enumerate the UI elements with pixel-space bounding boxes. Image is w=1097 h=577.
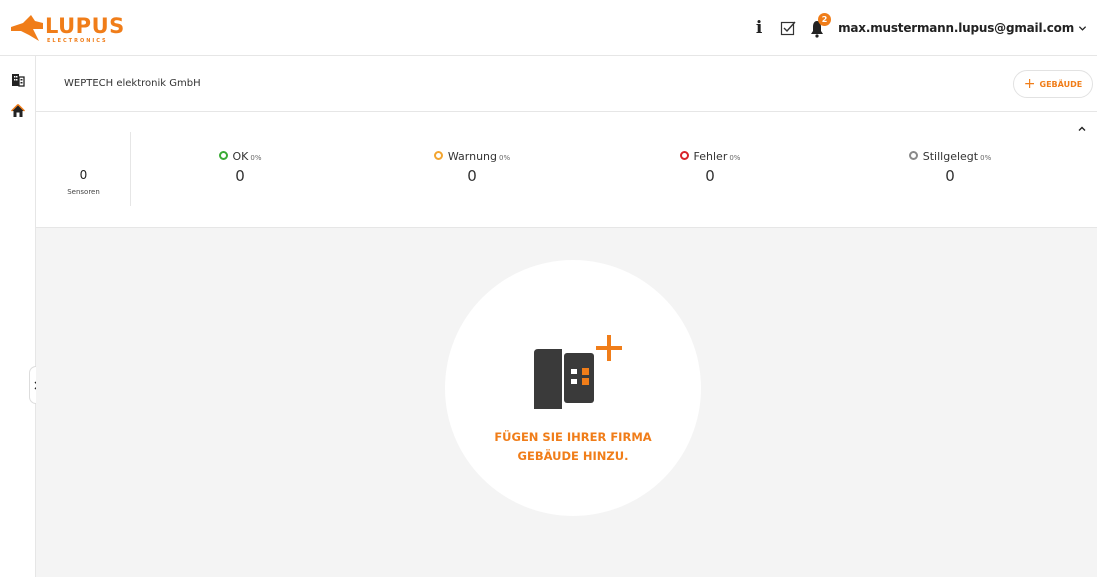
brand-tagline: ELECTRONICS	[47, 38, 108, 44]
plus-icon: +	[1023, 76, 1036, 92]
stat-error-percent: 0%	[729, 154, 741, 162]
sensor-label: Sensoren	[67, 188, 100, 196]
stat-warning-value: 0	[467, 167, 477, 185]
checkbox-icon[interactable]	[780, 20, 796, 36]
empty-state-line-1: FÜGEN SIE IHRER FIRMA	[494, 430, 652, 444]
empty-state-message: FÜGEN SIE IHRER FIRMA GEBÄUDE HINZU.	[445, 428, 701, 466]
fox-logo-icon	[11, 15, 43, 41]
brand-name: LUPUS	[45, 14, 125, 38]
notifications-button[interactable]: 2	[810, 13, 832, 38]
error-status-icon	[679, 151, 689, 160]
stat-warning-percent: 0%	[499, 154, 511, 162]
add-building-icon	[534, 335, 622, 409]
company-name: WEPTECH elektronik GmbH	[64, 78, 201, 89]
chevron-down-icon[interactable]	[1078, 24, 1087, 33]
header-actions: i 2 max.mustermann.lupus@gmail.com	[754, 13, 1087, 40]
ok-status-icon	[218, 151, 228, 160]
stat-decommissioned-percent: 0%	[980, 154, 992, 162]
empty-state[interactable]: FÜGEN SIE IHRER FIRMA GEBÄUDE HINZU.	[445, 260, 701, 516]
building-icon[interactable]	[11, 73, 25, 87]
stat-error: Fehler 0% 0	[660, 150, 760, 185]
company-header: WEPTECH elektronik GmbH + GEBÄUDE	[36, 56, 1097, 112]
stat-decommissioned-value: 0	[945, 167, 955, 185]
sensor-total: 0 Sensoren	[36, 132, 131, 206]
side-rail	[0, 56, 43, 577]
sensor-stats-panel: 0 Sensoren OK 0% 0 Warnung 0% 0 Fehler 0…	[36, 112, 1097, 228]
brand-logo[interactable]: LUPUS ELECTRONICS	[9, 12, 129, 46]
home-icon[interactable]	[11, 104, 25, 118]
info-icon[interactable]: i	[754, 18, 764, 38]
stat-ok-value: 0	[235, 167, 245, 185]
sensor-count: 0	[79, 168, 88, 182]
chevron-up-icon[interactable]	[1077, 124, 1087, 134]
notification-badge: 2	[818, 13, 832, 26]
stat-ok-label: OK	[232, 150, 249, 163]
buildings-area: FÜGEN SIE IHRER FIRMA GEBÄUDE HINZU.	[36, 228, 1097, 577]
add-building-label: GEBÄUDE	[1039, 79, 1083, 89]
stat-ok-percent: 0%	[250, 154, 262, 162]
add-building-button[interactable]: + GEBÄUDE	[1013, 70, 1093, 98]
decommissioned-status-icon	[908, 151, 918, 160]
stat-ok: OK 0% 0	[190, 150, 290, 185]
user-menu-email[interactable]: max.mustermann.lupus@gmail.com	[838, 21, 1074, 35]
top-bar: LUPUS ELECTRONICS i 2 max.mustermann.lup…	[0, 0, 1097, 56]
stat-warning: Warnung 0% 0	[422, 150, 522, 185]
stat-decommissioned-label: Stillgelegt	[922, 150, 979, 163]
stat-error-value: 0	[705, 167, 715, 185]
stat-error-label: Fehler	[693, 150, 728, 163]
stat-warning-label: Warnung	[447, 150, 498, 163]
warning-status-icon	[433, 151, 443, 160]
empty-state-line-2: GEBÄUDE HINZU.	[517, 449, 629, 463]
stat-decommissioned: Stillgelegt 0% 0	[900, 150, 1000, 185]
